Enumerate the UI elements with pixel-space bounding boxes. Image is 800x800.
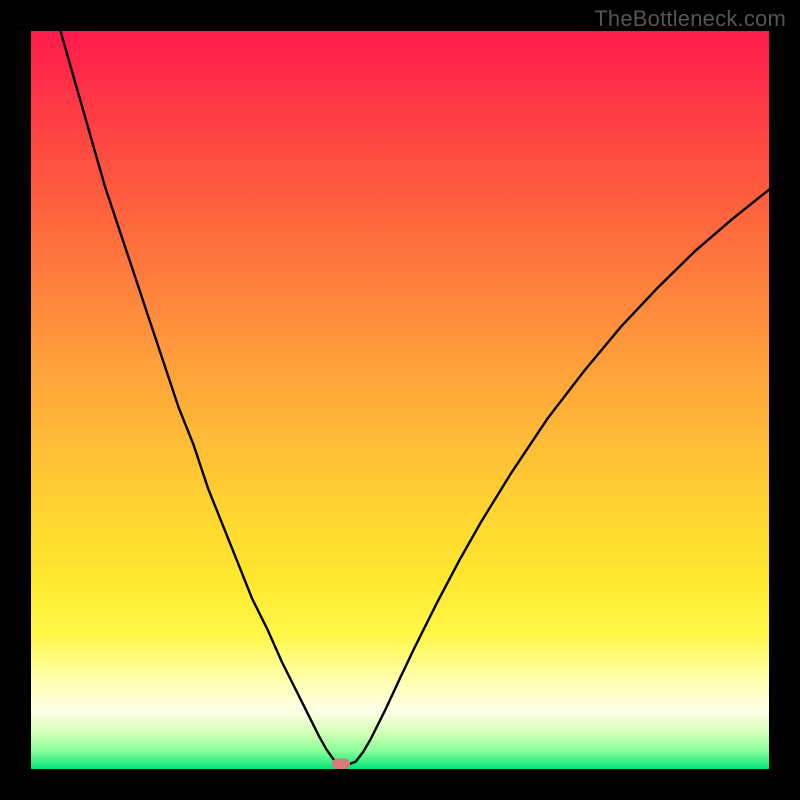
bottleneck-curve (31, 31, 769, 769)
optimum-marker (332, 758, 350, 769)
watermark-text: TheBottleneck.com (594, 6, 786, 32)
plot-area (31, 31, 769, 769)
outer-frame: TheBottleneck.com (0, 0, 800, 800)
